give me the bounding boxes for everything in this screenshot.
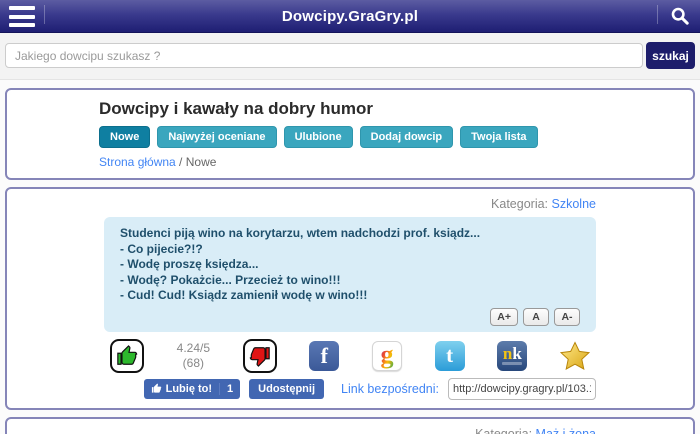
tab-twoja-lista[interactable]: Twoja lista: [460, 126, 537, 148]
joke-card: Kategoria: Mąż i żona Pewnego wieczoru l…: [5, 417, 695, 434]
facebook-icon[interactable]: f: [309, 341, 339, 371]
divider: [657, 5, 658, 24]
thumbs-down-icon[interactable]: [243, 339, 277, 373]
search-button[interactable]: szukaj: [646, 42, 695, 69]
thumbs-up-icon[interactable]: [110, 339, 144, 373]
breadcrumb-home-link[interactable]: Strona główna: [99, 155, 176, 169]
page-header-card: Dowcipy i kawały na dobry humor Nowe Naj…: [5, 88, 695, 180]
share-row: Lubię to! 1 Udostępnij Link bezpośredni:: [104, 378, 596, 400]
like-count: 1: [219, 383, 240, 395]
facebook-like-button[interactable]: Lubię to! 1: [144, 379, 241, 399]
font-increase-button[interactable]: A+: [490, 308, 518, 326]
top-bar: Dowcipy.GraGry.pl: [0, 0, 700, 33]
ratings-row: 4.24/5 (68) f g: [104, 339, 596, 373]
tab-najwyzej-oceniane[interactable]: Najwyżej oceniane: [157, 126, 276, 148]
svg-text:g: g: [381, 342, 394, 369]
favorite-star-icon[interactable]: [560, 341, 590, 371]
category-label: Kategoria:: [491, 197, 548, 211]
rating-value: 4.24/5 (68): [177, 341, 210, 371]
page-title: Dowcipy i kawały na dobry humor: [99, 99, 683, 119]
category-label: Kategoria:: [475, 427, 532, 434]
joke-box: Studenci piją wino na korytarzu, wtem na…: [104, 217, 596, 332]
search-input[interactable]: [5, 43, 643, 68]
breadcrumb-current: Nowe: [186, 155, 217, 169]
breadcrumb-separator: /: [176, 155, 186, 169]
site-title: Dowcipy.GraGry.pl: [282, 8, 418, 25]
category-link[interactable]: Szkolne: [552, 197, 596, 211]
search-icon[interactable]: [670, 6, 690, 31]
font-reset-button[interactable]: A: [523, 308, 549, 326]
joke-card: Kategoria: Szkolne Studenci piją wino na…: [5, 187, 695, 410]
search-bar: szukaj: [0, 33, 700, 80]
nk-icon[interactable]: nk: [497, 341, 527, 371]
category-line: Kategoria: Mąż i żona: [104, 427, 596, 434]
joke-text: Studenci piją wino na korytarzu, wtem na…: [120, 226, 580, 304]
direct-link-label: Link bezpośredni:: [341, 382, 439, 396]
direct-link-input[interactable]: [448, 378, 596, 400]
category-line: Kategoria: Szkolne: [104, 197, 596, 211]
google-icon[interactable]: g: [372, 341, 402, 371]
facebook-share-button[interactable]: Udostępnij: [249, 379, 324, 399]
tab-nowe[interactable]: Nowe: [99, 126, 150, 148]
tab-dodaj-dowcip[interactable]: Dodaj dowcip: [360, 126, 454, 148]
breadcrumb: Strona główna / Nowe: [99, 155, 683, 169]
font-decrease-button[interactable]: A-: [554, 308, 580, 326]
nav-row: Nowe Najwyżej oceniane Ulubione Dodaj do…: [99, 126, 683, 148]
like-thumb-icon: [151, 383, 162, 394]
font-size-controls: A+ A A-: [120, 308, 580, 326]
twitter-icon[interactable]: t: [435, 341, 465, 371]
divider: [44, 5, 45, 24]
category-link[interactable]: Mąż i żona: [536, 427, 596, 434]
tab-ulubione[interactable]: Ulubione: [284, 126, 353, 148]
menu-icon[interactable]: [9, 6, 35, 27]
